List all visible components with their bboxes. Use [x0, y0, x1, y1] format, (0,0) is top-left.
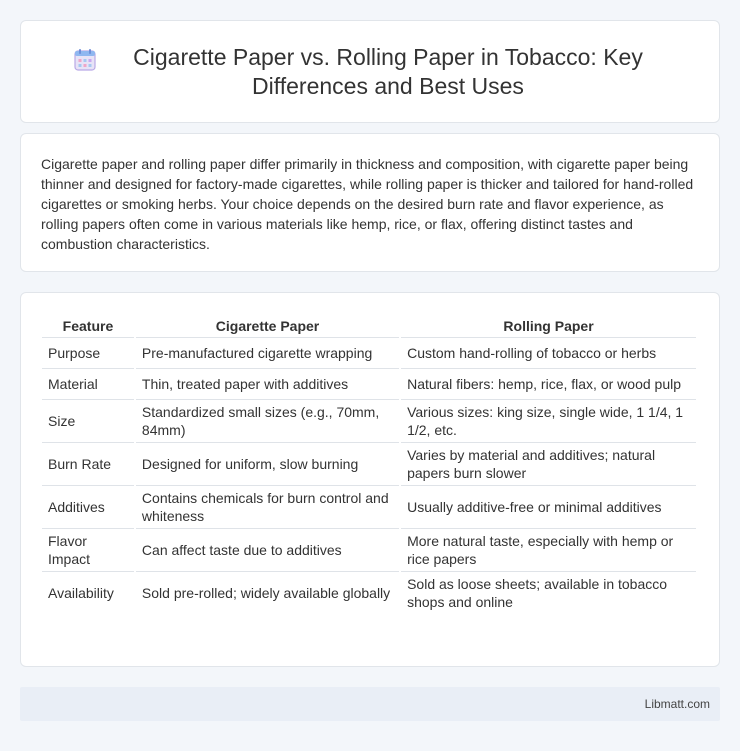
- footer: Libmatt.com: [20, 687, 720, 721]
- page-title: Cigarette Paper vs. Rolling Paper in Tob…: [133, 43, 643, 99]
- row-rolling-value: Sold as loose sheets; available in tobac…: [407, 576, 668, 610]
- row-feature: Size: [42, 400, 134, 443]
- table-header-row: Feature Cigarette Paper Rolling Paper: [42, 313, 696, 338]
- header-rolling-paper: Rolling Paper: [401, 313, 696, 338]
- intro-text: Cigarette paper and rolling paper differ…: [41, 156, 694, 252]
- row-feature: Flavor Impact: [42, 529, 134, 572]
- table-row: Availability Sold pre-rolled; widely ava…: [42, 572, 696, 614]
- row-feature: Purpose: [42, 338, 134, 369]
- row-cigarette-value: Sold pre-rolled; widely available global…: [141, 585, 391, 601]
- row-feature: Burn Rate: [42, 443, 134, 486]
- intro-card: Cigarette paper and rolling paper differ…: [20, 133, 720, 272]
- row-rolling-value: More natural taste, especially with hemp…: [401, 529, 696, 572]
- row-rolling-value: Various sizes: king size, single wide, 1…: [401, 400, 696, 443]
- table-row: Purpose Pre-manufactured cigarette wrapp…: [42, 338, 696, 369]
- table-row: Additives Contains chemicals for burn co…: [42, 486, 696, 529]
- table-row: Material Thin, treated paper with additi…: [42, 369, 696, 400]
- comparison-table: Feature Cigarette Paper Rolling Paper Pu…: [40, 313, 698, 614]
- comparison-table-card: Feature Cigarette Paper Rolling Paper Pu…: [20, 292, 720, 667]
- table-row: Flavor Impact Can affect taste due to ad…: [42, 529, 696, 572]
- row-feature: Material: [42, 369, 134, 400]
- header-cigarette-paper: Cigarette Paper: [135, 313, 400, 338]
- row-feature: Availability: [48, 585, 114, 601]
- row-cigarette-value: Can affect taste due to additives: [135, 529, 400, 572]
- calendar-icon: [74, 48, 96, 71]
- row-cigarette-value: Designed for uniform, slow burning: [135, 443, 400, 486]
- title-wrap: Cigarette Paper vs. Rolling Paper in Tob…: [40, 43, 700, 101]
- row-cigarette-value: Standardized small sizes (e.g., 70mm, 84…: [135, 400, 400, 443]
- header-card: Cigarette Paper vs. Rolling Paper in Tob…: [20, 20, 720, 123]
- row-cigarette-value: Contains chemicals for burn control and …: [135, 486, 400, 529]
- row-rolling-value: Usually additive-free or minimal additiv…: [401, 486, 696, 529]
- header-feature: Feature: [42, 313, 134, 338]
- footer-brand-link[interactable]: Libmatt.com: [645, 697, 710, 711]
- row-rolling-value: Custom hand-rolling of tobacco or herbs: [401, 338, 696, 369]
- row-cigarette-value: Thin, treated paper with additives: [135, 369, 400, 400]
- row-rolling-value: Natural fibers: hemp, rice, flax, or woo…: [401, 369, 696, 400]
- table-row: Burn Rate Designed for uniform, slow bur…: [42, 443, 696, 486]
- table-row: Size Standardized small sizes (e.g., 70m…: [42, 400, 696, 443]
- row-rolling-value: Varies by material and additives; natura…: [401, 443, 696, 486]
- row-feature: Additives: [42, 486, 134, 529]
- row-cigarette-value: Pre-manufactured cigarette wrapping: [135, 338, 400, 369]
